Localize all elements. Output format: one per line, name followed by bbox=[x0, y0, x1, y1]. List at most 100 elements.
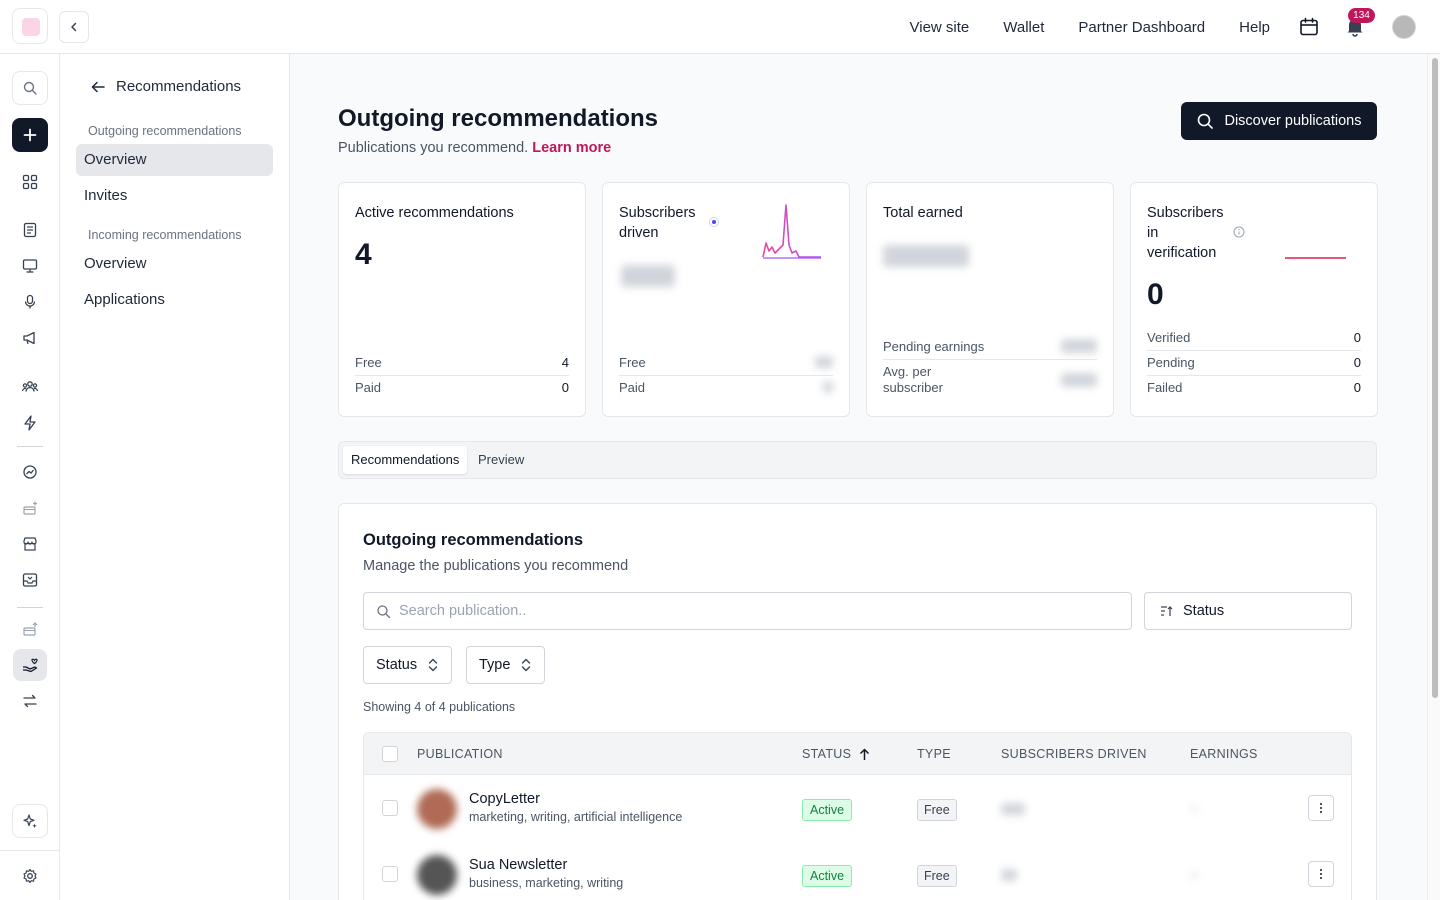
publication-name[interactable]: CopyLetter bbox=[469, 791, 540, 807]
chevron-up-down-icon bbox=[428, 658, 438, 672]
learn-more-link[interactable]: Learn more bbox=[532, 140, 611, 156]
tab-preview[interactable]: Preview bbox=[470, 446, 532, 474]
page-scrollbar[interactable] bbox=[1427, 54, 1440, 900]
wallet-link[interactable]: Wallet bbox=[1003, 19, 1044, 36]
showing-count: Showing 4 of 4 publications bbox=[363, 700, 516, 714]
rail-posts-button[interactable] bbox=[12, 213, 48, 247]
rail-website-button[interactable] bbox=[12, 249, 48, 283]
rail-automations-button[interactable] bbox=[12, 406, 48, 440]
table-row[interactable]: Sua Newsletter business, marketing, writ… bbox=[364, 841, 1351, 900]
rail-search-button[interactable] bbox=[12, 71, 48, 105]
microphone-icon bbox=[24, 294, 36, 309]
gear-icon bbox=[23, 868, 37, 884]
rail-inbox-button[interactable] bbox=[12, 563, 48, 597]
swap-arrows-icon bbox=[23, 694, 37, 708]
card-title: Subscribers driven bbox=[619, 205, 696, 241]
top-bar: View site Wallet Partner Dashboard Help … bbox=[0, 0, 1440, 54]
megaphone-icon bbox=[23, 331, 35, 345]
row-value: 0 bbox=[1353, 354, 1361, 370]
status-filter-button[interactable]: Status bbox=[363, 646, 453, 684]
tab-recommendations[interactable]: Recommendations bbox=[343, 446, 468, 474]
sidebar-item-invites[interactable]: Invites bbox=[76, 180, 273, 212]
paid-row: Paid bbox=[619, 375, 833, 399]
discover-publications-button[interactable]: Discover publications bbox=[1181, 102, 1377, 140]
rail-dashboard-button[interactable] bbox=[12, 165, 48, 199]
rail-shop-button[interactable] bbox=[12, 527, 48, 561]
row-actions-button[interactable] bbox=[1308, 795, 1334, 821]
scrollbar-thumb[interactable] bbox=[1432, 58, 1438, 698]
rail-referral-button[interactable] bbox=[12, 491, 48, 525]
active-count: 4 bbox=[355, 238, 372, 271]
upload-box-icon bbox=[23, 622, 38, 636]
status-badge: Active bbox=[802, 799, 853, 821]
partner-dashboard-link[interactable]: Partner Dashboard bbox=[1078, 19, 1205, 36]
publication-name[interactable]: Sua Newsletter bbox=[469, 857, 567, 873]
rail-ads-button[interactable] bbox=[12, 321, 48, 355]
search-publication-input[interactable] bbox=[399, 603, 1099, 619]
calendar-icon[interactable] bbox=[1298, 16, 1320, 38]
avg-per-subscriber-row: Avg. per subscriber bbox=[883, 363, 1097, 397]
rail-recommendations-button[interactable] bbox=[13, 649, 47, 681]
view-site-link[interactable]: View site bbox=[910, 19, 970, 36]
icon-rail bbox=[0, 54, 60, 900]
sparkle-icon bbox=[23, 814, 37, 828]
help-link[interactable]: Help bbox=[1239, 19, 1270, 36]
sidebar-item-outgoing-overview[interactable]: Overview bbox=[76, 144, 273, 176]
rail-divider bbox=[0, 850, 60, 851]
hand-heart-icon bbox=[23, 658, 38, 673]
sidebar-item-applications[interactable]: Applications bbox=[76, 284, 273, 316]
sort-status-button[interactable]: Status bbox=[1144, 592, 1352, 630]
sidebar-item-incoming-overview[interactable]: Overview bbox=[76, 248, 273, 280]
rail-audience-button[interactable] bbox=[12, 370, 48, 404]
row-actions-button[interactable] bbox=[1308, 861, 1334, 887]
notification-badge: 134 bbox=[1348, 8, 1375, 23]
page-subtitle: Publications you recommend. Learn more bbox=[338, 140, 611, 156]
pending-earnings-row: Pending earnings bbox=[883, 334, 1097, 358]
rail-settings-button[interactable] bbox=[12, 859, 48, 893]
search-box bbox=[363, 592, 1132, 630]
lightning-icon bbox=[24, 415, 36, 431]
rail-create-button[interactable] bbox=[12, 118, 48, 152]
collapse-sidebar-button[interactable] bbox=[59, 11, 89, 43]
publication-avatar bbox=[417, 789, 457, 829]
subscribers-driven-card: Subscribers driven Free Paid bbox=[602, 182, 850, 417]
column-status[interactable]: STATUS bbox=[802, 733, 870, 775]
table-row[interactable]: CopyLetter marketing, writing, artificia… bbox=[364, 775, 1351, 841]
table-header: PUBLICATION STATUS TYPE SUBSCRIBERS DRIV… bbox=[364, 733, 1351, 775]
grid-icon bbox=[22, 174, 38, 190]
subscribers-in-verification-card: Subscribers in verification 0 Verified 0 … bbox=[1130, 182, 1378, 417]
rail-analytics-button[interactable] bbox=[12, 455, 48, 489]
chart-circle-icon bbox=[23, 465, 37, 479]
rail-boosts-button[interactable] bbox=[12, 612, 48, 646]
back-to-recommendations[interactable]: Recommendations bbox=[90, 78, 241, 95]
outgoing-group-label: Outgoing recommendations bbox=[88, 124, 242, 138]
filter-label: Type bbox=[479, 657, 511, 673]
arrow-up-icon bbox=[860, 748, 870, 760]
type-filter-button[interactable]: Type bbox=[466, 646, 546, 684]
row-value-blurred bbox=[823, 381, 833, 393]
select-all-checkbox[interactable] bbox=[382, 746, 398, 762]
kebab-menu-icon bbox=[1319, 802, 1323, 814]
rail-podcast-button[interactable] bbox=[12, 285, 48, 319]
rail-ai-button[interactable] bbox=[12, 804, 48, 838]
column-type: TYPE bbox=[917, 747, 951, 761]
user-avatar[interactable] bbox=[1392, 15, 1416, 39]
chevron-left-icon bbox=[71, 22, 77, 32]
row-checkbox[interactable] bbox=[382, 866, 398, 882]
outgoing-recommendations-panel: Outgoing recommendations Manage the publ… bbox=[338, 503, 1377, 900]
verified-row: Verified 0 bbox=[1147, 325, 1361, 349]
publication-logo[interactable] bbox=[12, 8, 48, 44]
users-icon bbox=[21, 381, 39, 392]
row-label: Paid bbox=[355, 379, 382, 395]
row-label: Failed bbox=[1147, 379, 1183, 395]
search-icon bbox=[377, 604, 391, 618]
gift-plus-icon bbox=[23, 501, 37, 515]
info-icon bbox=[1233, 226, 1245, 238]
row-checkbox[interactable] bbox=[382, 800, 398, 816]
inbox-icon bbox=[22, 573, 38, 587]
top-nav: View site Wallet Partner Dashboard Help bbox=[910, 0, 1271, 54]
row-label: Pending earnings bbox=[883, 338, 985, 354]
publication-tags: business, marketing, writing bbox=[469, 876, 624, 890]
rail-swaps-button[interactable] bbox=[12, 684, 48, 718]
kebab-menu-icon bbox=[1319, 868, 1323, 880]
